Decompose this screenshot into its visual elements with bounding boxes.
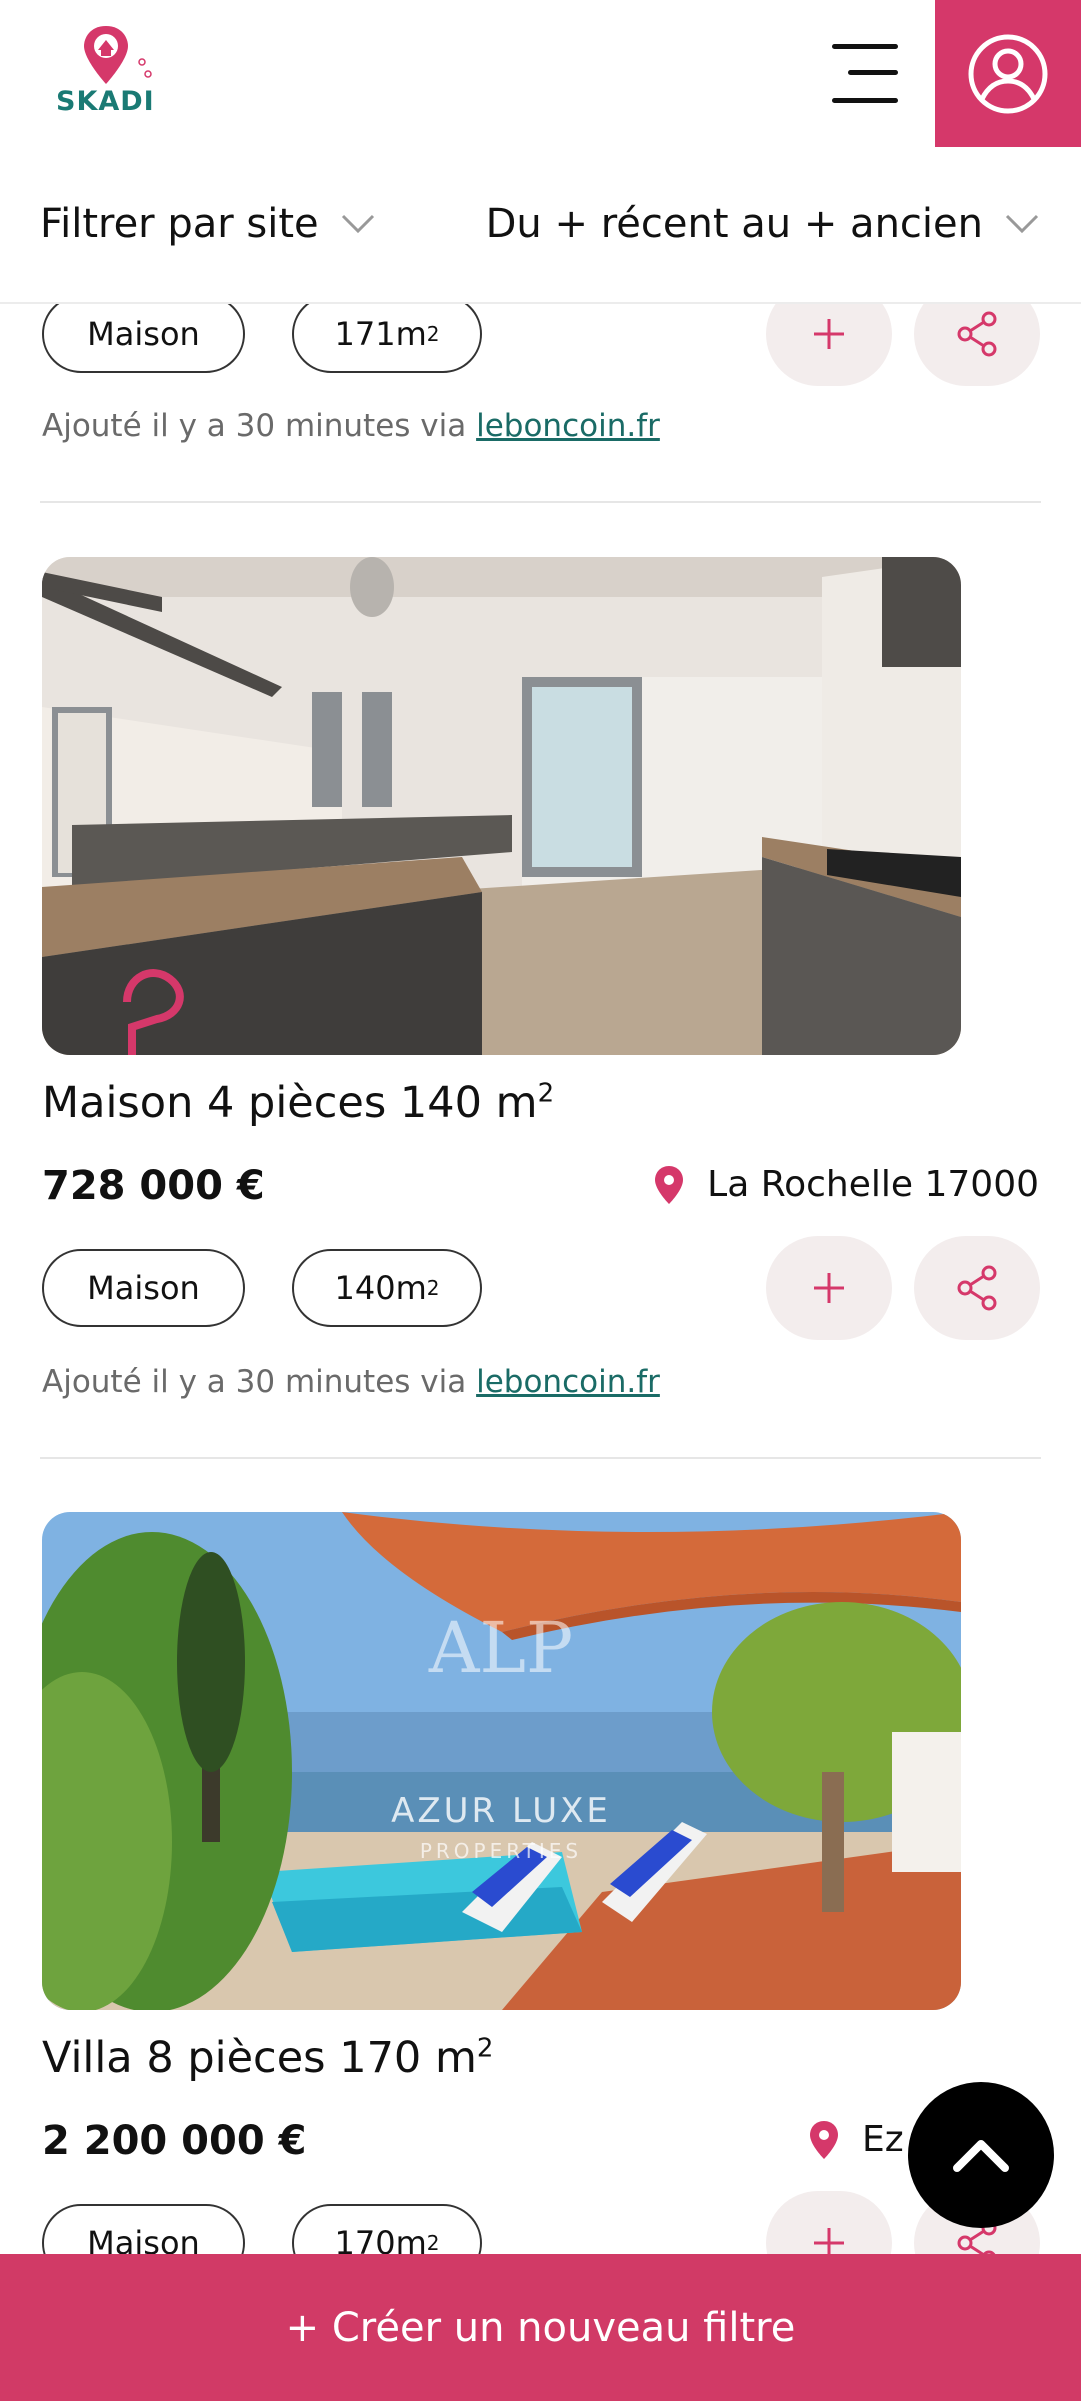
- site-filter-label: Filtrer par site: [40, 201, 319, 247]
- menu-button[interactable]: [832, 42, 898, 104]
- area-chip: 171m 2: [292, 295, 482, 373]
- source-link[interactable]: leboncoin.fr: [476, 1364, 660, 1400]
- site-filter-dropdown[interactable]: Filtrer par site: [40, 201, 375, 247]
- kitchen-photo-image: [42, 557, 961, 1055]
- sort-label: Du + récent au + ancien: [485, 201, 983, 247]
- create-filter-button[interactable]: + Créer un nouveau filtre: [0, 2254, 1081, 2401]
- account-button[interactable]: [935, 0, 1081, 147]
- location-pin-icon: [810, 2120, 838, 2159]
- add-button[interactable]: [766, 1236, 892, 1340]
- share-icon: [957, 311, 997, 357]
- skadi-logo[interactable]: SKADI: [52, 22, 162, 132]
- logo-text: SKADI: [56, 86, 155, 117]
- added-info: Ajouté il y a 30 minutes via leboncoin.f…: [42, 408, 660, 444]
- chevron-up-icon: [953, 2140, 1009, 2172]
- listing-location: Ez: [810, 2119, 904, 2160]
- scroll-to-top-button[interactable]: [908, 2082, 1054, 2228]
- divider: [40, 1457, 1041, 1459]
- listing-price: 728 000 €: [42, 1163, 265, 1209]
- listing-title[interactable]: Villa 8 pièces 170 m2: [42, 2033, 493, 2083]
- svg-text:ALP: ALP: [428, 1607, 573, 1689]
- plus-icon: [814, 1273, 844, 1303]
- listing-location: La Rochelle 17000: [655, 1164, 1039, 1205]
- property-type-chip: Maison: [42, 1249, 245, 1327]
- source-link[interactable]: leboncoin.fr: [476, 408, 660, 444]
- listing-photo[interactable]: [42, 557, 961, 1055]
- app-header: SKADI: [0, 0, 1081, 147]
- location-text: La Rochelle 17000: [707, 1164, 1039, 1205]
- pool-photo-image: ALP AZUR LUXE PROPERTIES: [42, 1512, 961, 2010]
- svg-text:AZUR LUXE: AZUR LUXE: [391, 1791, 611, 1831]
- listing-photo[interactable]: ALP AZUR LUXE PROPERTIES: [42, 1512, 961, 2010]
- location-pin-logo-icon: [84, 26, 152, 84]
- chevron-down-icon: [1005, 214, 1039, 234]
- added-info: Ajouté il y a 30 minutes via leboncoin.f…: [42, 1364, 660, 1400]
- share-button[interactable]: [914, 1236, 1040, 1340]
- svg-text:PROPERTIES: PROPERTIES: [420, 1839, 582, 1863]
- plus-icon: [814, 319, 844, 349]
- sort-dropdown[interactable]: Du + récent au + ancien: [486, 201, 1039, 247]
- chevron-down-icon: [341, 214, 374, 234]
- listing-price: 2 200 000 €: [42, 2118, 307, 2164]
- location-text: Ez: [862, 2119, 904, 2160]
- listing-title[interactable]: Maison 4 pièces 140 m2: [42, 1078, 554, 1128]
- user-icon: [968, 34, 1048, 113]
- divider: [40, 501, 1041, 503]
- create-filter-label: + Créer un nouveau filtre: [285, 2304, 796, 2351]
- area-chip: 140m 2: [292, 1249, 482, 1327]
- filter-bar: Filtrer par site Du + récent au + ancien: [0, 147, 1081, 304]
- property-type-chip: Maison: [42, 295, 245, 373]
- location-pin-icon: [655, 1165, 684, 1204]
- share-icon: [957, 1265, 997, 1311]
